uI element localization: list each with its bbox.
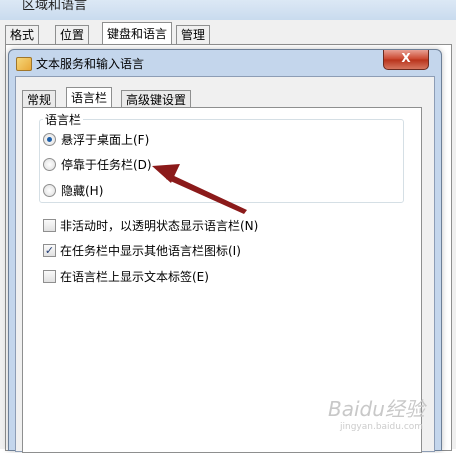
checkbox-show-text-labels[interactable]: 在语言栏上显示文本标签(E) xyxy=(43,269,209,285)
checkbox-label: 非活动时，以透明状态显示语言栏(N) xyxy=(60,219,259,233)
checkbox-label: 在语言栏上显示文本标签(E) xyxy=(60,270,209,284)
outer-tab-administrative[interactable]: 管理 xyxy=(176,25,211,45)
baidu-watermark: Baidu经验 xyxy=(328,397,425,421)
close-button[interactable]: X xyxy=(383,50,429,70)
checkbox-label: 在任务栏中显示其他语言栏图标(I) xyxy=(60,244,241,258)
radio-button-selected[interactable] xyxy=(43,133,56,146)
language-bar-group-label: 语言栏 xyxy=(43,111,84,128)
radio-hidden[interactable]: 隐藏(H) xyxy=(43,183,103,199)
radio-button[interactable] xyxy=(43,184,56,197)
radio-button[interactable] xyxy=(43,158,56,171)
outer-tab-keyboards-languages[interactable]: 键盘和语言 xyxy=(102,22,173,46)
outer-tab-location[interactable]: 位置 xyxy=(55,25,90,45)
radio-label: 隐藏(H) xyxy=(61,184,104,198)
tab-language-bar[interactable]: 语言栏 xyxy=(66,87,113,109)
checkbox[interactable] xyxy=(43,270,56,283)
baidu-watermark-url: jingyan.baidu.com xyxy=(340,422,424,432)
checkbox-show-additional-icons[interactable]: ✓ 在任务栏中显示其他语言栏图标(I) xyxy=(43,243,241,259)
radio-docked-in-taskbar[interactable]: 停靠于任务栏(D) xyxy=(43,157,152,173)
checkbox-transparent-when-inactive[interactable]: 非活动时，以透明状态显示语言栏(N) xyxy=(43,218,258,234)
text-services-dialog: 文本服务和输入语言 X 常规 语言栏 高级键设置 语言栏 悬浮于桌面上(F) 停… xyxy=(8,49,442,453)
outer-window-title: 区域和语言 xyxy=(22,0,88,13)
checkbox[interactable] xyxy=(43,219,56,232)
keyboard-icon xyxy=(16,57,32,71)
radio-label: 悬浮于桌面上(F) xyxy=(61,133,150,147)
radio-label: 停靠于任务栏(D) xyxy=(61,158,152,172)
outer-tab-format[interactable]: 格式 xyxy=(5,25,40,45)
radio-float-on-desktop[interactable]: 悬浮于桌面上(F) xyxy=(43,132,149,148)
outer-window-titlebar: 区域和语言 xyxy=(0,0,456,20)
dialog-title: 文本服务和输入语言 xyxy=(36,57,145,71)
checkbox-checked[interactable]: ✓ xyxy=(43,244,56,257)
